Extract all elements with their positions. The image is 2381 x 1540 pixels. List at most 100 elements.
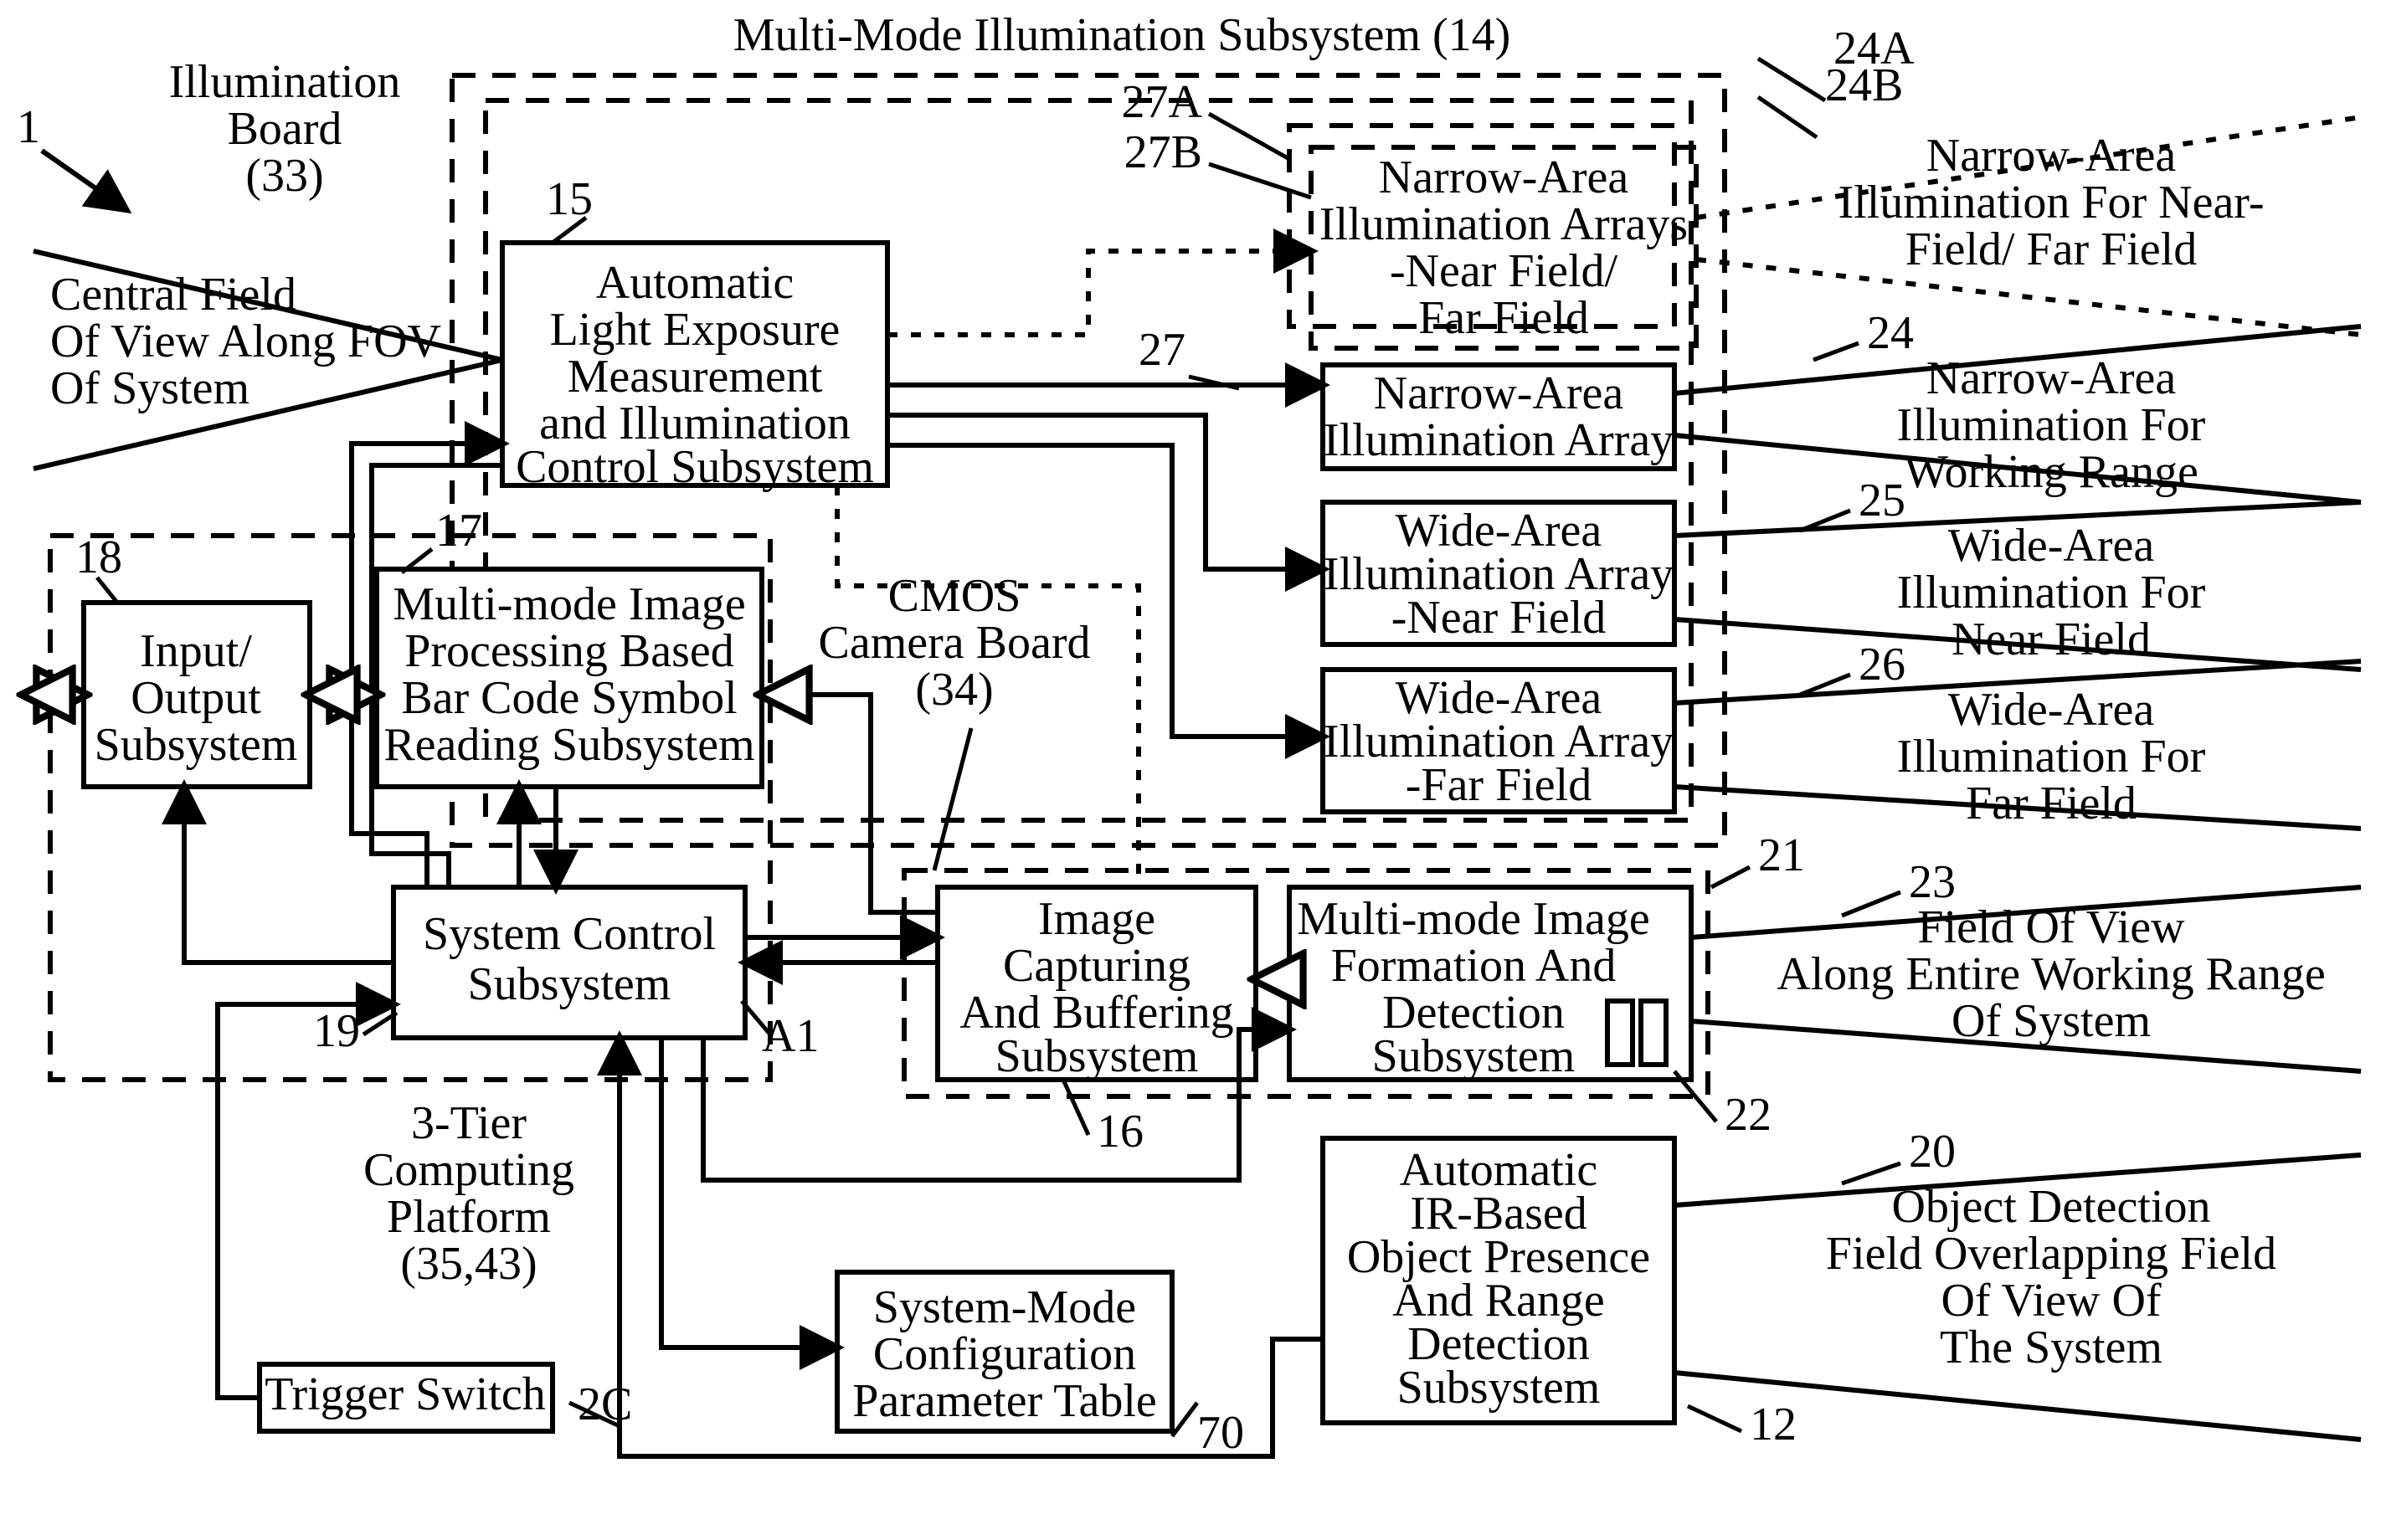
- ref-35d: (35,43): [400, 1238, 537, 1290]
- arrow-trigger-to-19: [218, 1004, 393, 1398]
- lead-70: [1172, 1403, 1197, 1436]
- label: Bar Code Symbol: [401, 672, 737, 724]
- ref-22: 22: [1725, 1089, 1772, 1141]
- out23-a: Field Of View: [1917, 901, 2185, 953]
- label: Measurement: [568, 351, 823, 403]
- cfov-b: Of View Along FOV: [50, 316, 441, 367]
- lead-12: [1688, 1406, 1741, 1431]
- out26-b: Illumination For: [1897, 731, 2206, 783]
- out24AB-b: Illumination For Near-: [1838, 177, 2265, 228]
- arrow-15-to-27b-dotted: [887, 251, 1311, 335]
- ref-19: 19: [313, 1005, 360, 1057]
- ref-24B: 24B: [1825, 59, 1903, 111]
- ref-34c: (34): [915, 664, 993, 716]
- out20-b: Field Overlapping Field: [1826, 1228, 2276, 1280]
- out24-c: Working Range: [1904, 446, 2198, 498]
- ref-17: 17: [435, 505, 482, 557]
- ref-35c: Platform: [387, 1191, 551, 1243]
- arrow-19-to-18: [184, 787, 393, 963]
- label: Reading Subsystem: [383, 719, 754, 771]
- out20-d: The System: [1940, 1322, 2162, 1373]
- ref-20: 20: [1909, 1126, 1956, 1178]
- out23-b: Along Entire Working Range: [1777, 948, 2325, 1000]
- arrow-15-to-wide-near: [887, 415, 1323, 569]
- ref-23: 23: [1909, 856, 1956, 908]
- out24-b: Illumination For: [1897, 399, 2206, 451]
- ref-18: 18: [75, 531, 122, 583]
- out25-a: Wide-Area: [1948, 520, 2155, 572]
- ref-33a: Illumination: [169, 56, 401, 108]
- ref-25: 25: [1859, 475, 1905, 526]
- label: Illumination Array: [1324, 414, 1674, 466]
- label: Far Field: [1418, 292, 1589, 344]
- ref-35a: 3-Tier: [411, 1097, 527, 1149]
- ref-70: 70: [1197, 1407, 1244, 1459]
- label: -Near Field: [1391, 592, 1607, 644]
- ref-1-arrow: [42, 151, 126, 209]
- out23-c: Of System: [1952, 995, 2151, 1047]
- ref-33b: Board: [228, 103, 342, 155]
- out25-c: Near Field: [1952, 613, 2151, 665]
- detector-rect-b: [1641, 1001, 1666, 1065]
- title-subsystem-14: Multi-Mode Illumination Subsystem (14): [733, 9, 1511, 61]
- lead-23-num: [1842, 892, 1900, 916]
- lead-24A: [1758, 59, 1825, 100]
- lead-16: [1063, 1080, 1088, 1135]
- label: Processing Based: [404, 625, 734, 677]
- label: Subsystem: [1372, 1030, 1576, 1082]
- out20-c: Of View Of: [1941, 1275, 2161, 1327]
- ref-2C: 2C: [578, 1378, 632, 1430]
- ref-12: 12: [1750, 1399, 1797, 1450]
- arrow-19-to-70: [661, 1038, 837, 1348]
- label: Subsystem: [995, 1030, 1199, 1082]
- oarrow-16-to-17: [762, 695, 938, 912]
- ref-16: 16: [1097, 1106, 1144, 1158]
- label: System Control: [423, 908, 716, 960]
- label: Subsystem: [1397, 1362, 1601, 1414]
- ref-34b: Camera Board: [819, 617, 1091, 669]
- out24AB-a: Narrow-Area: [1926, 130, 2177, 182]
- label: Image: [1038, 893, 1155, 945]
- detector-rect-a: [1607, 1001, 1633, 1065]
- label: Formation And: [1331, 940, 1617, 992]
- lead-34: [934, 728, 971, 870]
- out24AB-c: Field/ Far Field: [1905, 223, 2197, 275]
- ref-26: 26: [1859, 639, 1905, 690]
- label: Light Exposure: [550, 304, 841, 356]
- label: Capturing: [1003, 940, 1190, 992]
- label: Narrow-Area: [1374, 367, 1624, 419]
- cfov-c: Of System: [50, 362, 249, 414]
- ref-27A: 27A: [1122, 76, 1203, 128]
- ref-A1: A1: [762, 1010, 819, 1062]
- label: Subsystem: [95, 719, 298, 771]
- ref-21: 21: [1758, 829, 1805, 881]
- ref-27B: 27B: [1124, 126, 1202, 178]
- label: -Far Field: [1406, 759, 1592, 811]
- label: Output: [131, 672, 261, 724]
- lead-27A: [1209, 114, 1289, 159]
- label: -Near Field/: [1390, 245, 1618, 297]
- out24-a: Narrow-Area: [1926, 352, 2177, 404]
- ref-34a: CMOS: [888, 570, 1021, 622]
- lead-21: [1711, 867, 1750, 887]
- label: Illumination Arrays: [1319, 198, 1688, 250]
- label: Narrow-Area: [1379, 151, 1629, 203]
- label: Subsystem: [468, 958, 671, 1010]
- lead-24B: [1758, 97, 1817, 137]
- out25-b: Illumination For: [1897, 567, 2206, 619]
- cfov-a: Central Field: [50, 269, 296, 321]
- lead-24-num: [1813, 343, 1859, 360]
- label: Automatic: [596, 257, 794, 309]
- ref-27: 27: [1139, 324, 1185, 376]
- out26-a: Wide-Area: [1948, 684, 2155, 736]
- out20-a: Object Detection: [1892, 1181, 2211, 1233]
- diagram-canvas: Automatic Light Exposure Measurement and…: [0, 0, 2381, 1540]
- label: Control Subsystem: [516, 441, 874, 493]
- label: Trigger Switch: [265, 1368, 546, 1420]
- label: Parameter Table: [852, 1375, 1157, 1427]
- label: Configuration: [873, 1328, 1136, 1380]
- ref-24: 24: [1867, 307, 1914, 359]
- ref-33c: (33): [245, 150, 323, 202]
- ref-15: 15: [546, 173, 593, 225]
- label: System-Mode: [873, 1281, 1136, 1333]
